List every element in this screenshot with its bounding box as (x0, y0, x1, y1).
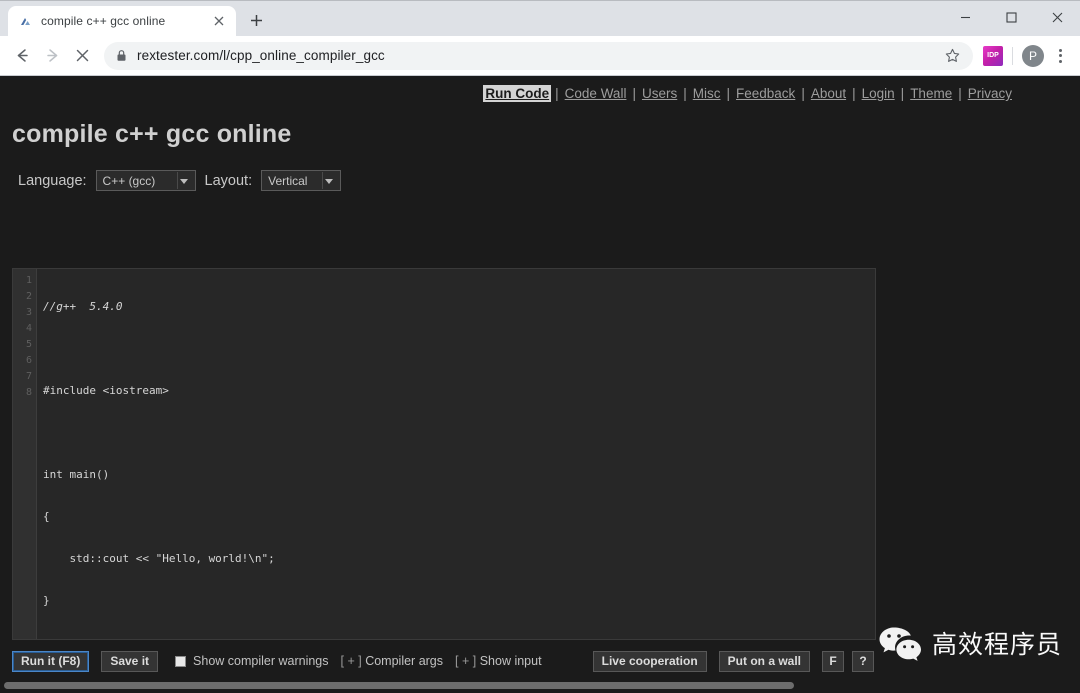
browser-tab[interactable]: compile c++ gcc online (8, 6, 236, 36)
nav-link-privacy[interactable]: Privacy (966, 85, 1014, 102)
site-navigation: Run Code | Code Wall | Users | Misc | Feedback | A… (0, 76, 1080, 103)
nav-separator: | (632, 86, 636, 101)
site-favicon-icon (17, 13, 33, 29)
line-number: 8 (25, 387, 32, 398)
toolbar-right-cluster: IDP P (981, 42, 1072, 70)
browser-window: compile c++ gcc online rextester.com/l/c… (0, 0, 1080, 693)
horizontal-scrollbar[interactable] (0, 679, 1080, 691)
language-select-value: C++ (gcc) (102, 173, 156, 188)
nav-link-theme[interactable]: Theme (908, 85, 954, 102)
show-input-label: Show input (479, 654, 542, 668)
tab-title: compile c++ gcc online (41, 14, 166, 28)
close-window-button[interactable] (1034, 1, 1080, 33)
bookmark-star-icon[interactable] (945, 48, 961, 63)
code-line: int main() (43, 468, 110, 481)
address-bar[interactable]: rextester.com/l/cpp_online_compiler_gcc (104, 41, 973, 70)
lock-icon (116, 49, 128, 62)
address-bar-url: rextester.com/l/cpp_online_compiler_gcc (137, 48, 385, 63)
line-number-gutter: 1 2 3 4 5 6 7 8 (13, 269, 37, 639)
expand-marker: [ + ] (455, 654, 477, 668)
show-compiler-warnings-checkbox[interactable] (175, 655, 187, 667)
profile-avatar[interactable]: P (1022, 44, 1044, 67)
maximize-button[interactable] (988, 1, 1034, 33)
scrollbar-thumb[interactable] (4, 682, 794, 689)
watermark-text: 高效程序员 (931, 629, 1062, 659)
line-number: 2 (25, 291, 32, 302)
layout-label: Layout: (204, 172, 253, 189)
code-line: #include <iostream> (43, 384, 169, 397)
nav-separator: | (900, 86, 905, 101)
nav-separator: | (958, 86, 962, 101)
run-button[interactable]: Run it (F8) (12, 650, 90, 672)
editor-settings-bar: Language: C++ (gcc) Layout: Vertical (18, 170, 1080, 191)
layout-select[interactable]: Vertical (261, 170, 342, 191)
minimize-button[interactable] (942, 1, 988, 33)
code-line: std::cout << "Hello, world!\n"; (43, 552, 275, 565)
line-number: 1 (25, 275, 32, 286)
window-controls (942, 1, 1080, 33)
select-divider (322, 172, 324, 189)
page-content: Run Code | Code Wall | Users | Misc | Feedback | A… (0, 76, 1080, 691)
code-line: } (43, 594, 50, 607)
expand-marker: [ + ] (340, 654, 362, 668)
nav-link-about[interactable]: About (809, 85, 848, 102)
select-divider (176, 172, 178, 189)
code-content[interactable]: //g++ 5.4.0 #include <iostream> int main… (37, 269, 875, 639)
nav-separator: | (683, 86, 687, 101)
new-tab-button[interactable] (242, 6, 270, 34)
extension-icon[interactable]: IDP (983, 45, 1003, 66)
language-select[interactable]: C++ (gcc) (95, 170, 196, 191)
tab-close-icon[interactable] (211, 13, 227, 29)
fullscreen-button[interactable]: F (822, 650, 844, 672)
show-compiler-warnings-label: Show compiler warnings (193, 654, 329, 668)
line-number: 4 (25, 323, 32, 334)
tab-strip-bar: compile c++ gcc online (0, 0, 1080, 36)
page-title: compile c++ gcc online (12, 120, 292, 148)
line-number: 5 (25, 339, 32, 350)
line-number: 6 (25, 355, 32, 366)
show-input-toggle[interactable]: [ + ] Show input (455, 654, 542, 668)
line-number: 7 (25, 371, 32, 382)
kebab-menu-icon[interactable] (1048, 42, 1072, 70)
stop-loading-button[interactable] (68, 42, 96, 70)
nav-link-feedback[interactable]: Feedback (734, 85, 797, 102)
nav-link-users[interactable]: Users (640, 85, 679, 102)
language-label: Language: (18, 172, 87, 189)
nav-link-run-code[interactable]: Run Code (483, 85, 552, 102)
nav-link-code-wall[interactable]: Code Wall (563, 85, 629, 102)
back-button[interactable] (8, 42, 36, 70)
line-number: 3 (25, 307, 32, 318)
wechat-logo-icon (878, 625, 922, 663)
forward-button[interactable] (38, 42, 66, 70)
wechat-watermark: 高效程序员 (878, 625, 1062, 663)
nav-separator: | (555, 86, 559, 101)
nav-link-login[interactable]: Login (860, 85, 897, 102)
toolbar-divider (1012, 46, 1013, 65)
nav-link-misc[interactable]: Misc (691, 85, 723, 102)
code-line: //g++ 5.4.0 (43, 300, 123, 313)
nav-separator: | (801, 86, 805, 101)
compiler-args-toggle[interactable]: [ + ] Compiler args (341, 654, 444, 668)
layout-select-value: Vertical (268, 173, 308, 188)
nav-separator: | (726, 86, 731, 101)
code-line: { (43, 510, 50, 523)
tab-strip: compile c++ gcc online (0, 0, 270, 36)
save-button[interactable]: Save it (101, 650, 159, 672)
put-on-a-wall-button[interactable]: Put on a wall (718, 650, 810, 672)
live-cooperation-button[interactable]: Live cooperation (592, 650, 707, 672)
code-editor[interactable]: 1 2 3 4 5 6 7 8 //g++ 5.4.0 #include <io… (12, 268, 876, 640)
help-button[interactable]: ? (852, 650, 874, 672)
nav-separator: | (852, 86, 856, 101)
compiler-args-label: Compiler args (365, 654, 444, 668)
browser-toolbar: rextester.com/l/cpp_online_compiler_gcc … (0, 36, 1080, 76)
